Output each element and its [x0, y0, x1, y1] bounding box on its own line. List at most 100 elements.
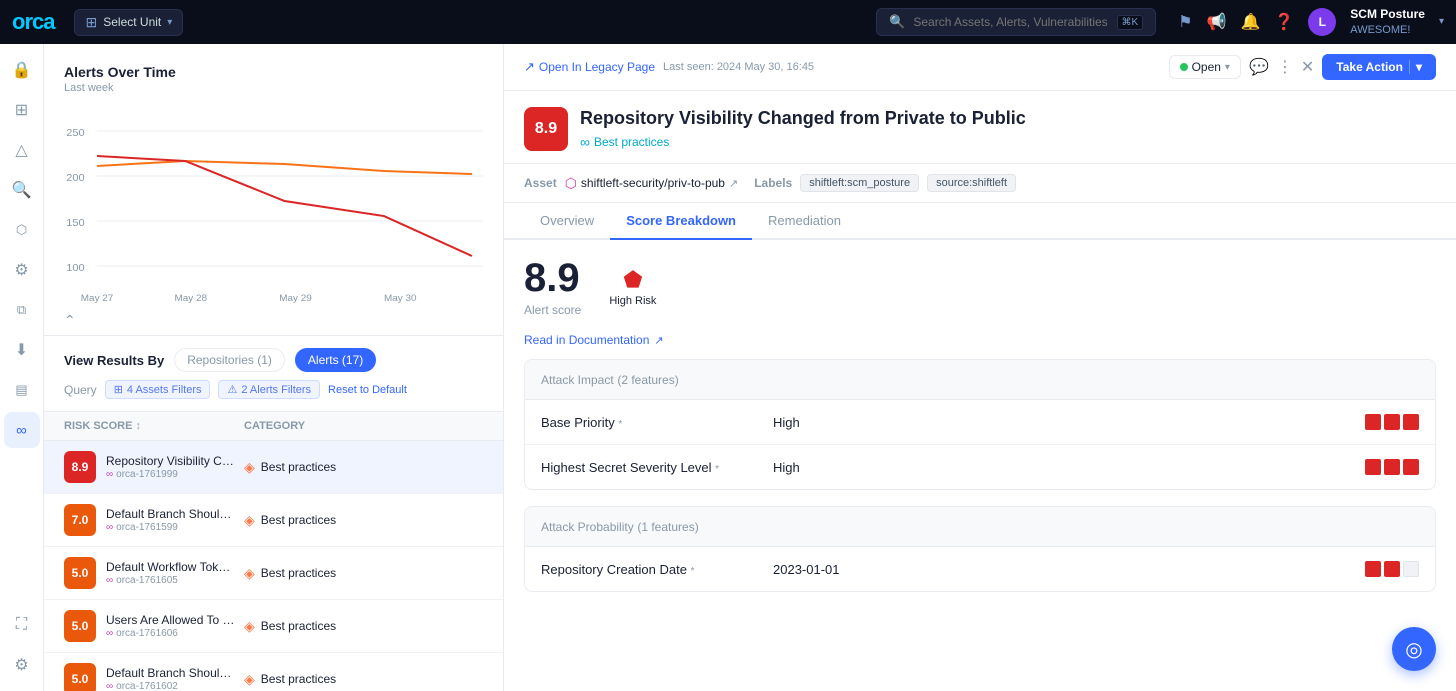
score-badge: 5.0	[64, 610, 96, 642]
assets-filter-badge[interactable]: ⊞ 4 Assets Filters	[105, 380, 211, 399]
sidebar-item-settings[interactable]: ⚙	[4, 647, 40, 683]
row-title: Default Branch Should Require Line...	[106, 666, 236, 680]
more-icon[interactable]: ⋮	[1277, 57, 1293, 77]
search-icon: 🔍	[889, 14, 905, 30]
network-icon: ⬡	[16, 222, 27, 238]
floating-action-button[interactable]: ◎	[1392, 627, 1436, 671]
row-id: ∞ orca-1761606	[106, 628, 236, 639]
row-title: Default Branch Should Require Cod...	[106, 507, 236, 521]
col-category: Category	[244, 420, 483, 432]
tab-remediation[interactable]: Remediation	[752, 203, 857, 240]
detail-header: ↗ Open In Legacy Page Last seen: 2024 Ma…	[504, 44, 1456, 91]
megaphone-icon[interactable]: 📢	[1207, 12, 1227, 32]
asset-name: shiftleft-security/priv-to-pub	[581, 176, 725, 190]
alert-icon: △	[15, 140, 27, 160]
table-row[interactable]: 5.0 Default Workflow Token Permissio... …	[44, 547, 503, 600]
sidebar-item-alert[interactable]: △	[4, 132, 40, 168]
sidebar-item-download[interactable]: ⬇	[4, 332, 40, 368]
best-practices-link[interactable]: ∞ Best practices	[580, 134, 1436, 150]
select-unit-button[interactable]: ⊞ Select Unit ▾	[74, 9, 183, 36]
asset-icon: ⬡	[565, 175, 577, 192]
collapse-bar[interactable]: ⌃	[44, 306, 503, 336]
table-header: Risk Score ↕ Category	[44, 412, 503, 441]
user-info[interactable]: SCM Posture AWESOME!	[1350, 7, 1425, 37]
right-panel: ↗ Open In Legacy Page Last seen: 2024 Ma…	[504, 44, 1456, 691]
chat-icon[interactable]: 💬	[1249, 57, 1269, 77]
tab-alerts[interactable]: Alerts (17)	[295, 348, 376, 372]
detail-tabs: Overview Score Breakdown Remediation	[504, 203, 1456, 240]
svg-text:200: 200	[66, 172, 85, 183]
config-icon: ⛶	[16, 616, 27, 634]
svg-text:May 27: May 27	[81, 293, 114, 303]
sidebar-item-shield[interactable]: ⚙	[4, 252, 40, 288]
col-risk-score: Risk Score ↕	[64, 420, 244, 432]
severity-dots	[1365, 561, 1419, 577]
open-status-button[interactable]: Open ▾	[1169, 55, 1241, 79]
category-icon: ◈	[244, 512, 255, 529]
sidebar-item-link[interactable]: ∞	[4, 412, 40, 448]
chart-container: 250 200 150 100 May 27 May 28	[64, 106, 483, 306]
sidebar-item-document[interactable]: ▤	[4, 372, 40, 408]
sev-dot	[1365, 414, 1381, 430]
grid-icon: ⊞	[85, 14, 97, 31]
category-name: Best practices	[261, 566, 336, 580]
search-input[interactable]	[913, 15, 1108, 29]
sidebar-item-lock[interactable]: 🔒	[4, 52, 40, 88]
bell-icon[interactable]: 🔔	[1240, 12, 1260, 32]
score-badge: 5.0	[64, 557, 96, 589]
risk-icon: ⬟	[623, 267, 642, 293]
username: SCM Posture	[1350, 7, 1425, 23]
collapse-icon: ⌃	[64, 312, 76, 329]
close-icon[interactable]: ✕	[1301, 57, 1314, 77]
flag-icon[interactable]: ⚑	[1178, 12, 1192, 32]
document-icon: ▤	[15, 382, 27, 398]
chart-svg: 250 200 150 100 May 27 May 28	[64, 106, 483, 306]
impact-value: High	[773, 460, 1353, 475]
impact-row: Highest Secret Severity Level * High	[525, 445, 1435, 489]
search-box[interactable]: 🔍 ⌘K	[876, 8, 1156, 36]
sidebar-item-network[interactable]: ⬡	[4, 212, 40, 248]
main-area: Alerts Over Time Last week 250 200 150 1…	[44, 44, 1456, 691]
select-unit-label: Select Unit	[103, 15, 161, 29]
avatar[interactable]: L	[1308, 8, 1336, 36]
open-legacy-link[interactable]: ↗ Open In Legacy Page	[524, 59, 655, 75]
label-tag-source: source:shiftleft	[927, 174, 1016, 192]
score-label: Alert score	[524, 303, 581, 317]
asset-link[interactable]: ⬡ shiftleft-security/priv-to-pub ↗	[565, 175, 739, 192]
sidebar-item-config[interactable]: ⛶	[4, 607, 40, 643]
asset-labels-row: Asset ⬡ shiftleft-security/priv-to-pub ↗…	[504, 164, 1456, 203]
attack-impact-table: Attack Impact (2 features) Base Priority…	[524, 359, 1436, 490]
alerts-filter-icon: ⚠	[227, 383, 237, 396]
tab-score-breakdown[interactable]: Score Breakdown	[610, 203, 752, 240]
assets-filter-label: 4 Assets Filters	[127, 384, 202, 396]
table-row[interactable]: 8.9 Repository Visibility Changed from .…	[44, 441, 503, 494]
alerts-filter-badge[interactable]: ⚠ 2 Alerts Filters	[218, 380, 320, 399]
table-row[interactable]: 5.0 Default Branch Should Require Line..…	[44, 653, 503, 691]
severity-dots	[1365, 459, 1419, 475]
sidebar-item-layers[interactable]: ⧉	[4, 292, 40, 328]
impact-value: 2023-01-01	[773, 562, 1353, 577]
help-icon[interactable]: ❓	[1274, 12, 1294, 32]
take-action-button[interactable]: Take Action ▾	[1322, 54, 1436, 80]
sidebar-item-search[interactable]: 🔍	[4, 172, 40, 208]
table-row[interactable]: 5.0 Users Are Allowed To Bypass Rules...…	[44, 600, 503, 653]
sev-dot	[1384, 414, 1400, 430]
view-results-section: View Results By Repositories (1) Alerts …	[44, 336, 503, 412]
user-chevron-icon[interactable]: ▾	[1439, 16, 1444, 27]
tab-repositories[interactable]: Repositories (1)	[174, 348, 285, 372]
best-practices-icon: ∞	[580, 134, 590, 150]
score-badge: 8.9	[64, 451, 96, 483]
last-seen: Last seen: 2024 May 30, 16:45	[663, 61, 814, 73]
read-docs-link[interactable]: Read in Documentation ↗	[504, 333, 1456, 359]
sev-dot	[1403, 414, 1419, 430]
external-link-icon: ↗	[729, 177, 738, 190]
category-icon: ◈	[244, 618, 255, 635]
tab-overview[interactable]: Overview	[524, 203, 610, 240]
table-row[interactable]: 7.0 Default Branch Should Require Cod...…	[44, 494, 503, 547]
attack-probability-header: Attack Probability (1 features)	[525, 507, 1435, 547]
category-name: Best practices	[261, 619, 336, 633]
sidebar-item-grid[interactable]: ⊞	[4, 92, 40, 128]
layers-icon: ⧉	[17, 302, 26, 318]
reset-button[interactable]: Reset to Default	[328, 384, 407, 396]
search-icon: 🔍	[12, 180, 32, 200]
